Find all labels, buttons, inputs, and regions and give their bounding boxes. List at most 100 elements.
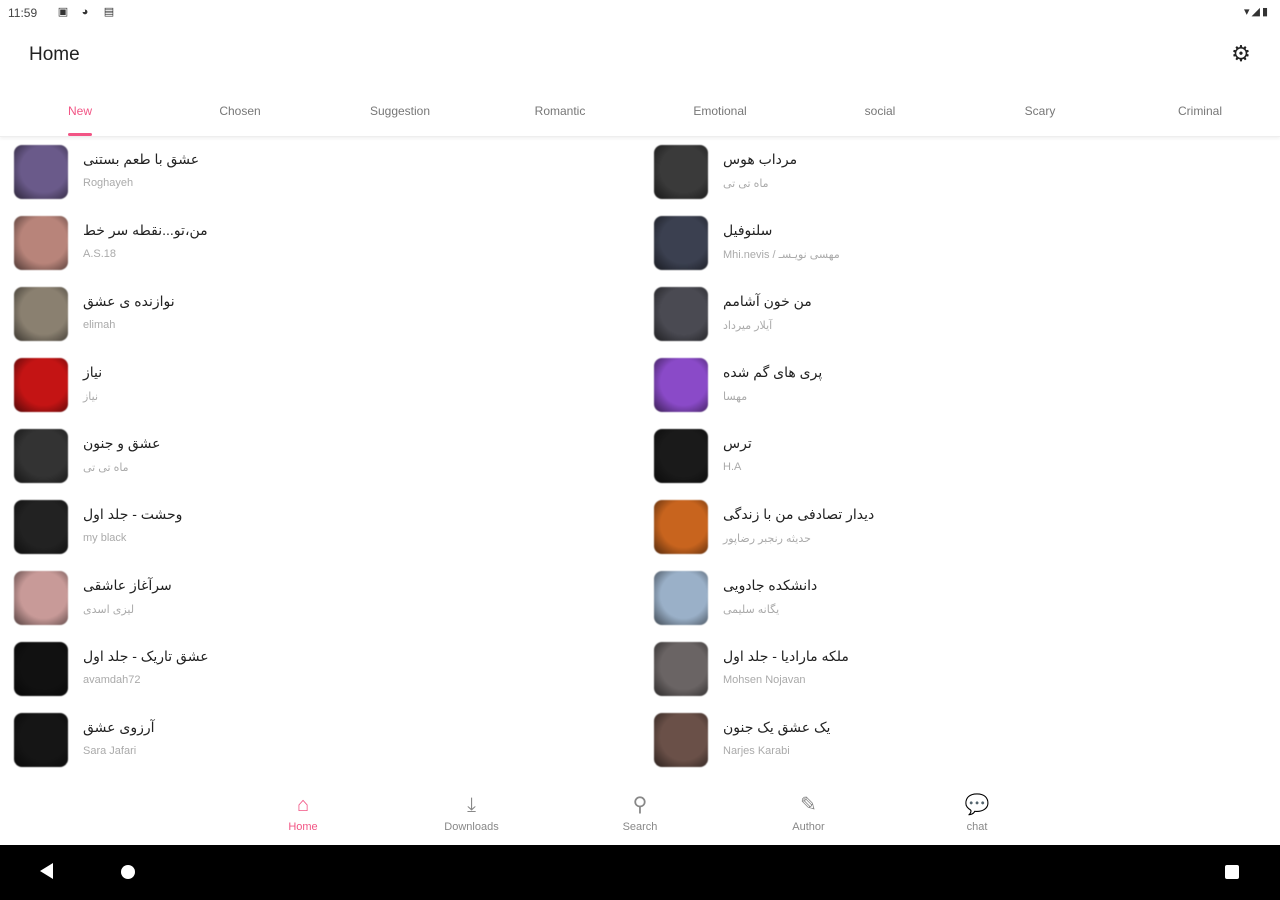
category-tabs: New Chosen Suggestion Romantic Emotional soci…	[0, 90, 1280, 137]
book-cover	[654, 642, 708, 696]
tab-emotional[interactable]: Emotional	[640, 90, 800, 136]
app-bar: Home ⚙	[0, 26, 1280, 84]
book-title: عشق و جنون	[83, 435, 161, 451]
nav-label: Downloads	[444, 821, 499, 833]
book-title: سرآغاز عاشقی	[83, 577, 172, 593]
book-title: آرزوی عشق	[83, 719, 155, 735]
book-cover	[654, 145, 708, 199]
book-title: دیدار تصادفی من با زندگی	[723, 506, 875, 522]
nav-label: Search	[622, 821, 658, 833]
list-item[interactable]: دیدار تصادفی من با زندگی حدیثه رنجبر رضاپ…	[654, 495, 1214, 555]
list-item[interactable]: من،تو...نقطه سر خط A.S.18	[14, 211, 574, 271]
list-item[interactable]: ترس H.A	[654, 424, 1214, 484]
list-item[interactable]: عشق تاریک - جلد اول avamdah72	[14, 637, 574, 697]
nav-chat[interactable]: 💬 chat	[927, 793, 1027, 839]
list-item[interactable]: سلنوفیل Mhi.nevis / مهسی نویـسـ	[654, 211, 1214, 271]
nav-author[interactable]: ✎ Author	[759, 793, 859, 839]
book-author: Narjes Karabi	[723, 745, 790, 757]
book-author: A.S.18	[83, 248, 117, 260]
gear-icon[interactable]: ⚙	[1228, 41, 1254, 67]
list-item[interactable]: عشق با طعم بستنی Roghayeh	[14, 140, 574, 200]
list-item[interactable]: یک عشق یک جنون Narjes Karabi	[654, 708, 1214, 768]
tab-suggestion[interactable]: Suggestion	[320, 90, 480, 136]
system-nav-bar	[0, 845, 1280, 900]
signal-icon: ◢	[1251, 6, 1262, 18]
book-title: سلنوفیل	[723, 222, 773, 238]
list-item[interactable]: آرزوی عشق Sara Jafari	[14, 708, 574, 768]
book-cover	[14, 358, 68, 412]
book-title: یک عشق یک جنون	[723, 719, 831, 735]
list-item[interactable]: وحشت - جلد اول my black	[14, 495, 574, 555]
list-item[interactable]: پری های گم شده مهسا	[654, 353, 1214, 413]
book-author: H.A	[723, 461, 742, 473]
list-item[interactable]: عشق و جنون ماه تی تی	[14, 424, 574, 484]
tab-new[interactable]: New	[0, 90, 160, 136]
tab-label: New	[67, 104, 92, 118]
status-bar: 11:59 ▣ ◕ ▤ ▾◢▮	[0, 0, 1280, 26]
book-cover	[14, 287, 68, 341]
book-title: مرداب هوس	[723, 151, 798, 167]
nav-search[interactable]: ⚲ Search	[590, 793, 690, 839]
book-author: آیلار میرداد	[723, 320, 773, 332]
tab-criminal[interactable]: Criminal	[1120, 90, 1280, 136]
nav-label: Author	[792, 821, 825, 833]
book-title: وحشت - جلد اول	[83, 506, 183, 522]
chat-icon: 💬	[964, 794, 990, 816]
book-author: Mohsen Nojavan	[723, 674, 806, 686]
list-item[interactable]: نوازنده ی عشق elimah	[14, 282, 574, 342]
tab-indicator	[68, 133, 92, 136]
vpn-icon: ◕	[81, 5, 89, 18]
book-title: ملکه مارادیا - جلد اول	[723, 648, 849, 664]
download-icon: ⤓	[467, 794, 476, 816]
book-cover	[14, 500, 68, 554]
nav-home[interactable]: ⌂ Home	[253, 793, 353, 839]
book-author: مهسا	[723, 391, 748, 403]
book-cover	[654, 571, 708, 625]
author-icon: ✎	[800, 794, 817, 816]
status-time: 11:59	[8, 6, 38, 20]
book-title: عشق با طعم بستنی	[83, 151, 200, 167]
book-title: من خون آشامم	[723, 293, 812, 309]
list-item[interactable]: من خون آشامم آیلار میرداد	[654, 282, 1214, 342]
book-author: my black	[83, 532, 127, 544]
tab-label: Chosen	[219, 104, 261, 118]
nav-label: chat	[966, 821, 988, 833]
home-button[interactable]	[121, 865, 135, 879]
recents-button[interactable]	[1225, 865, 1239, 879]
notification-icon: ▣	[57, 6, 69, 18]
list-item[interactable]: ملکه مارادیا - جلد اول Mohsen Nojavan	[654, 637, 1214, 697]
tab-label: Suggestion	[369, 104, 431, 118]
list-item[interactable]: سرآغاز عاشقی لیزی اسدی	[14, 566, 574, 626]
bottom-navigation: ⌂ Home ⤓ Downloads ⚲ Search ✎ Author 💬 chat	[0, 785, 1280, 845]
tab-scary[interactable]: Scary	[960, 90, 1120, 136]
tab-chosen[interactable]: Chosen	[160, 90, 320, 136]
book-author: avamdah72	[83, 674, 141, 686]
book-title: عشق تاریک - جلد اول	[83, 648, 209, 664]
list-item[interactable]: مرداب هوس ماه تی تی	[654, 140, 1214, 200]
book-author: Roghayeh	[83, 177, 134, 189]
book-title: نوازنده ی عشق	[83, 293, 175, 309]
back-button[interactable]	[40, 863, 53, 879]
battery-icon: ▮	[1261, 6, 1270, 18]
book-author: ماه تی تی	[723, 178, 769, 190]
list-item[interactable]: دانشکده جادویی یگانه سلیمی	[654, 566, 1214, 626]
book-title: ترس	[723, 435, 752, 451]
book-cover	[654, 500, 708, 554]
book-author: نیاز	[83, 391, 99, 403]
sim-icon: ▤	[103, 6, 115, 18]
book-cover	[14, 571, 68, 625]
tab-label: Criminal	[1177, 104, 1222, 118]
page-title: Home	[29, 44, 80, 65]
tab-label: Romantic	[534, 104, 586, 118]
book-author: یگانه سلیمی	[723, 604, 780, 616]
book-cover	[14, 145, 68, 199]
tab-romantic[interactable]: Romantic	[480, 90, 640, 136]
book-cover	[654, 429, 708, 483]
book-title: نیاز	[83, 364, 103, 380]
book-cover	[14, 713, 68, 767]
book-author: elimah	[83, 319, 116, 331]
tab-social[interactable]: social	[800, 90, 960, 136]
home-icon: ⌂	[296, 794, 310, 816]
list-item[interactable]: نیاز نیاز	[14, 353, 574, 413]
nav-downloads[interactable]: ⤓ Downloads	[422, 793, 522, 839]
